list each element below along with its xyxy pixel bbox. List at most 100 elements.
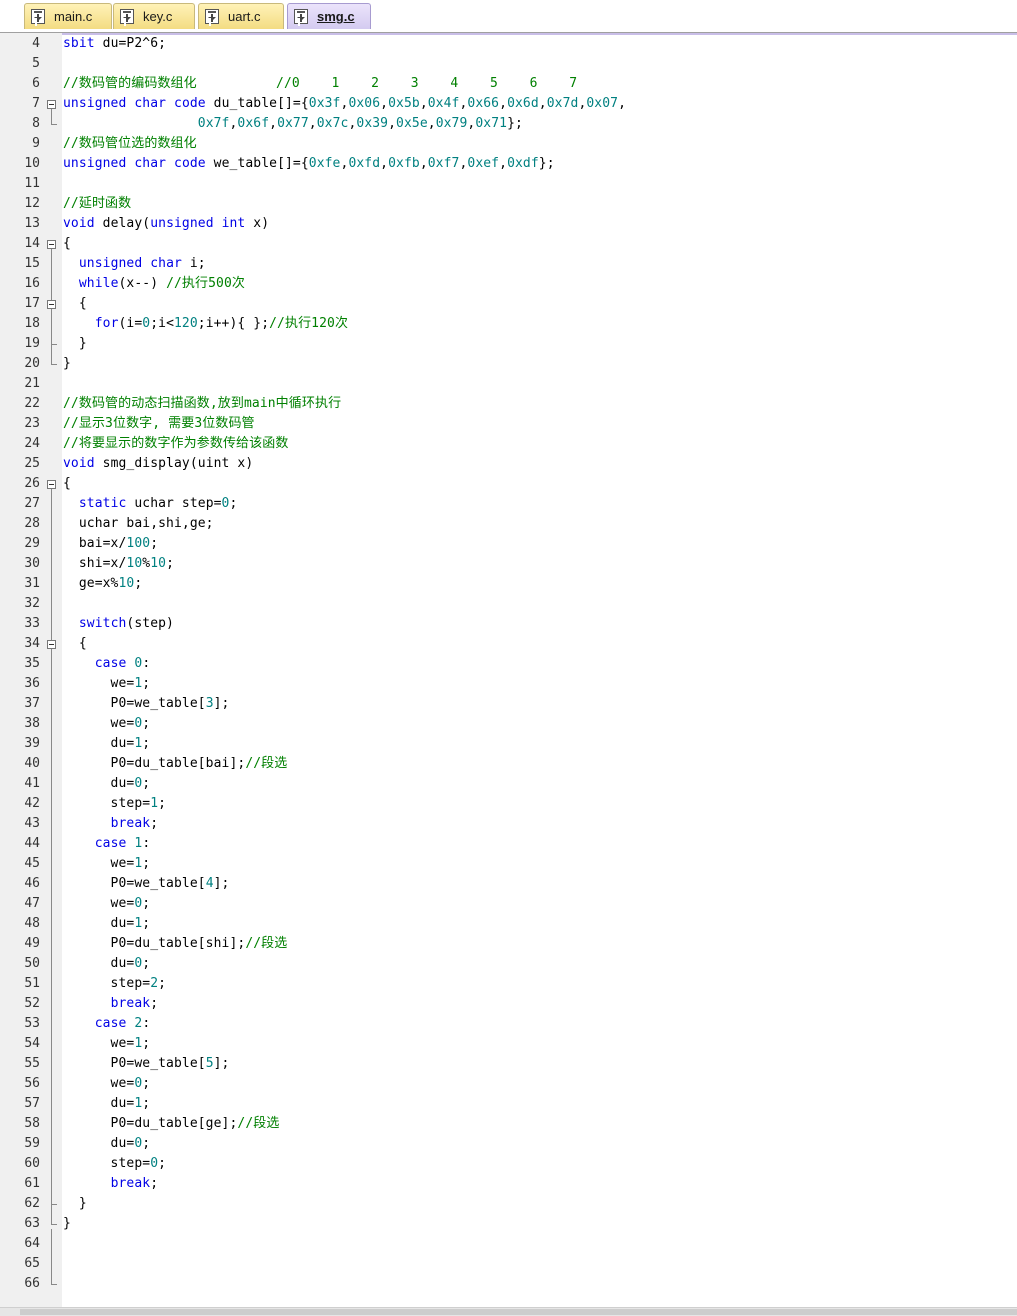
- line-number: 34: [24, 636, 40, 651]
- code-line[interactable]: case 1:: [63, 834, 150, 854]
- code-line[interactable]: static uchar step=0;: [63, 494, 237, 514]
- code-line[interactable]: }: [63, 354, 71, 374]
- line-number: 37: [24, 696, 40, 711]
- code-line[interactable]: case 2:: [63, 1014, 150, 1034]
- code-line[interactable]: du=1;: [63, 1094, 151, 1114]
- code-line[interactable]: unsigned char code we_table[]={0xfe,0xfd…: [63, 154, 555, 174]
- code-line[interactable]: uchar bai,shi,ge;: [63, 514, 214, 534]
- code-token: we=: [63, 896, 135, 911]
- code-line[interactable]: //延时函数: [63, 194, 131, 214]
- code-token: uchar bai,shi,ge;: [63, 516, 214, 531]
- code-line[interactable]: we=1;: [63, 854, 151, 874]
- code-line[interactable]: }: [63, 1214, 71, 1234]
- code-line[interactable]: P0=we_table[4];: [63, 874, 230, 894]
- code-line[interactable]: //数码管的动态扫描函数,放到main中循环执行: [63, 394, 341, 414]
- code-line[interactable]: unsigned char i;: [63, 254, 206, 274]
- code-token: du=: [63, 956, 135, 971]
- code-line[interactable]: switch(step): [63, 614, 174, 634]
- code-line[interactable]: P0=du_table[bai];//段选: [63, 754, 288, 774]
- code-line[interactable]: du=1;: [63, 734, 151, 754]
- code-line[interactable]: we=0;: [63, 894, 151, 914]
- code-line[interactable]: P0=du_table[shi];//段选: [63, 934, 288, 954]
- keyword-token: char: [150, 256, 182, 271]
- comment-token: //显示3位数字, 需要3位数码管: [63, 416, 255, 431]
- code-token: ;: [142, 676, 151, 691]
- tab-uart-c[interactable]: uart.c: [198, 3, 284, 29]
- code-line[interactable]: step=0;: [63, 1154, 166, 1174]
- line-number: 38: [24, 716, 40, 731]
- line-number: 7: [32, 96, 40, 111]
- code-line[interactable]: P0=we_table[5];: [63, 1054, 230, 1074]
- code-line[interactable]: bai=x/100;: [63, 534, 158, 554]
- code-token: {: [63, 236, 71, 251]
- fold-collapse-icon[interactable]: [47, 100, 56, 109]
- code-line[interactable]: {: [63, 234, 71, 254]
- code-line[interactable]: {: [63, 294, 87, 314]
- code-line[interactable]: }: [63, 334, 87, 354]
- fold-collapse-icon[interactable]: [47, 240, 56, 249]
- code-line[interactable]: sbit du=P2^6;: [63, 34, 166, 54]
- code-line[interactable]: du=1;: [63, 914, 151, 934]
- number-token: 120: [174, 316, 198, 331]
- code-editor[interactable]: 4 sbit du=P2^6; 5 6//数码管的编码数组化 //0 1 2 3 4 …: [0, 33, 1017, 1307]
- code-line[interactable]: {: [63, 634, 87, 654]
- code-line[interactable]: case 0:: [63, 654, 150, 674]
- code-line[interactable]: ge=x%10;: [63, 574, 142, 594]
- code-line[interactable]: {: [63, 474, 71, 494]
- line-number: 55: [24, 1056, 40, 1071]
- line-number: 18: [24, 316, 40, 331]
- code-line[interactable]: P0=du_table[ge];//段选: [63, 1114, 280, 1134]
- code-line[interactable]: P0=we_table[3];: [63, 694, 230, 714]
- code-line[interactable]: we=0;: [63, 1074, 151, 1094]
- code-line[interactable]: we=1;: [63, 674, 151, 694]
- code-line[interactable]: break;: [63, 814, 158, 834]
- fold-guide-line: [51, 109, 52, 124]
- code-line[interactable]: shi=x/10%10;: [63, 554, 174, 574]
- code-line[interactable]: du=0;: [63, 954, 151, 974]
- code-token: uchar step=: [126, 496, 222, 511]
- code-token: we=: [63, 1076, 135, 1091]
- keyword-token: case: [94, 656, 127, 671]
- code-token: step=: [63, 976, 151, 991]
- code-line[interactable]: //将要显示的数字作为参数传给该函数: [63, 434, 288, 454]
- code-line[interactable]: //显示3位数字, 需要3位数码管: [63, 414, 255, 434]
- code-line[interactable]: break;: [63, 994, 158, 1014]
- line-number: 20: [24, 356, 40, 371]
- number-token: 10: [126, 556, 143, 571]
- fold-collapse-icon[interactable]: [47, 640, 56, 649]
- code-line[interactable]: unsigned char code du_table[]={0x3f,0x06…: [63, 94, 626, 114]
- code-line[interactable]: //数码管的编码数组化 //0 1 2 3 4 5 6 7: [63, 74, 577, 94]
- code-line[interactable]: //数码管位选的数组化: [63, 134, 197, 154]
- code-token: :: [142, 836, 151, 851]
- code-token: {: [63, 296, 87, 311]
- code-line[interactable]: du=0;: [63, 1134, 151, 1154]
- tab-key-c[interactable]: key.c: [113, 3, 195, 29]
- code-line[interactable]: 0x7f,0x6f,0x77,0x7c,0x39,0x5e,0x79,0x71}…: [63, 114, 523, 134]
- code-token: du=: [63, 1096, 135, 1111]
- number-token: 0x77: [277, 116, 309, 131]
- code-line[interactable]: step=2;: [63, 974, 166, 994]
- code-line[interactable]: break;: [63, 1174, 158, 1194]
- code-line[interactable]: void smg_display(uint x): [63, 454, 253, 474]
- number-token: 0x79: [435, 116, 468, 131]
- code-token: ;: [142, 736, 151, 751]
- keyword-token: int: [221, 216, 246, 231]
- code-line[interactable]: we=0;: [63, 714, 151, 734]
- tab-main-c[interactable]: main.c: [24, 3, 112, 29]
- scrollbar-thumb[interactable]: [20, 1309, 1017, 1315]
- fold-collapse-icon[interactable]: [47, 480, 56, 489]
- code-line[interactable]: void delay(unsigned int x): [63, 214, 269, 234]
- code-line[interactable]: }: [63, 1194, 87, 1214]
- code-line[interactable]: step=1;: [63, 794, 166, 814]
- fold-collapse-icon[interactable]: [47, 300, 56, 309]
- code-line[interactable]: while(x--) //执行500次: [63, 274, 245, 294]
- code-token: du=: [63, 1136, 135, 1151]
- tab-smg-c[interactable]: smg.c: [287, 3, 371, 29]
- code-line[interactable]: du=0;: [63, 774, 151, 794]
- code-token: };: [507, 116, 523, 131]
- code-line[interactable]: for(i=0;i<120;i++){ };//执行120次: [63, 314, 348, 334]
- code-token: {: [63, 636, 87, 651]
- code-line[interactable]: we=1;: [63, 1034, 151, 1054]
